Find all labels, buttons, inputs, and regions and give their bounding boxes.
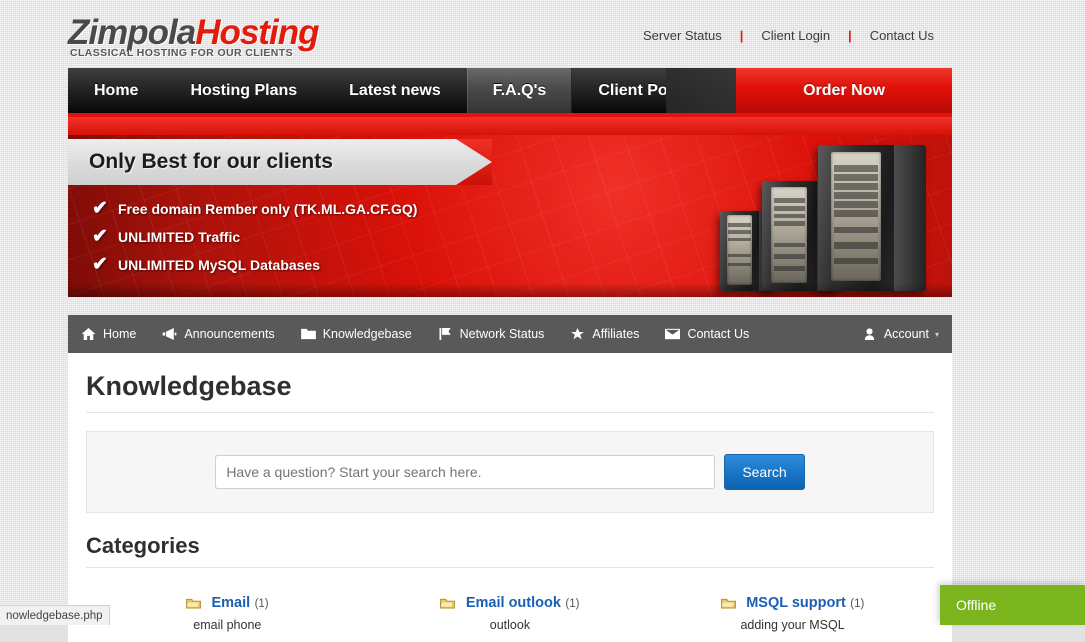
subnav-item-home[interactable]: Home (68, 315, 149, 353)
server-tower-large (818, 145, 926, 291)
subnav-item-contact-us[interactable]: Contact Us (652, 315, 762, 353)
site-tagline: CLASSICAL HOSTING FOR OUR CLIENTS (70, 47, 294, 59)
subnav-item-announcements[interactable]: Announcements (149, 315, 287, 353)
category-grid: Email (1) email phone Email outlook (1) (86, 586, 934, 632)
content-card: Knowledgebase Search Categories Email (68, 353, 952, 642)
site-header: ZimpolaHosting CLASSICAL HOSTING FOR OUR… (68, 0, 952, 68)
banner-feature-item: ✔ Free domain Rember only (TK.ML.GA.CF.G… (92, 199, 417, 218)
category-title-row: Email outlook (1) (369, 594, 652, 612)
account-label: Account (883, 327, 929, 341)
banner-ribbon-notch (456, 139, 492, 185)
folder-icon (720, 597, 736, 609)
categories-heading: Categories (86, 533, 200, 558)
category-item: Email (1) email phone (86, 594, 369, 632)
subnav-item-label: Knowledgebase (322, 327, 412, 341)
top-link-server-status[interactable]: Server Status (625, 28, 740, 43)
user-icon (862, 328, 877, 340)
folder-icon (186, 597, 201, 609)
status-url-text: nowledgebase.php (6, 609, 103, 622)
page-title: Knowledgebase (86, 371, 292, 401)
home-icon (81, 328, 96, 340)
server-illustration (696, 141, 926, 291)
category-count: (1) (254, 598, 269, 610)
subnav-item-knowledgebase[interactable]: Knowledgebase (288, 315, 425, 353)
banner-feature-label: UNLIMITED Traffic (118, 228, 241, 245)
banner-feature-label: Free domain Rember only (TK.ML.GA.CF.GQ) (118, 200, 418, 217)
banner-feature-label: UNLIMITED MySQL Databases (118, 256, 321, 273)
order-now-button[interactable]: Order Now (736, 68, 952, 113)
title-divider (86, 412, 934, 413)
category-description: adding your MSQL (740, 618, 845, 632)
main-nav-list: Home Hosting Plans Latest news F.A.Q's C… (68, 68, 719, 113)
category-link[interactable]: Email outlook (466, 595, 561, 611)
banner-bottom-shadow (68, 283, 952, 297)
browser-status-bar: nowledgebase.php (0, 605, 110, 625)
star-icon (570, 328, 585, 340)
folder-icon (300, 328, 316, 340)
category-count: (1) (565, 598, 580, 610)
top-link-client-login[interactable]: Client Login (743, 28, 848, 43)
search-input[interactable] (215, 455, 716, 489)
check-icon: ✔ (92, 198, 108, 219)
nav-item-hosting-plans[interactable]: Hosting Plans (164, 68, 323, 113)
category-description: email phone (193, 618, 262, 632)
subnav-item-label: Announcements (184, 327, 275, 341)
category-title-row: Email (1) (86, 594, 369, 612)
search-panel: Search (86, 431, 934, 513)
banner-feature-item: ✔ UNLIMITED MySQL Databases (92, 255, 417, 274)
top-links: Server Status | Client Login | Contact Us (625, 28, 952, 43)
chat-status-label: Offline (956, 597, 997, 613)
folder-icon (440, 597, 456, 609)
site-container: ZimpolaHosting CLASSICAL HOSTING FOR OUR… (68, 0, 952, 642)
search-button[interactable]: Search (724, 454, 805, 490)
banner-feature-item: ✔ UNLIMITED Traffic (92, 227, 417, 246)
nav-item-home[interactable]: Home (68, 68, 164, 113)
main-navigation: Home Hosting Plans Latest news F.A.Q's C… (68, 68, 952, 117)
top-link-contact-us[interactable]: Contact Us (852, 28, 952, 43)
subnav-item-label: Affiliates (592, 327, 640, 341)
envelope-icon (665, 328, 681, 340)
check-icon: ✔ (92, 226, 108, 247)
live-chat-widget[interactable]: Offline (940, 585, 1085, 625)
nav-item-label: Hosting Plans (190, 81, 298, 99)
nav-item-faqs[interactable]: F.A.Q's (466, 68, 573, 113)
category-link[interactable]: MSQL support (746, 595, 846, 611)
banner-top-strip (68, 117, 952, 135)
category-link[interactable]: Email (211, 595, 250, 611)
subnav-item-label: Network Status (459, 327, 545, 341)
flag-icon (438, 328, 453, 340)
subnav-item-account[interactable]: Account ▾ (849, 315, 952, 353)
order-now-label: Order Now (803, 81, 885, 99)
nav-item-label: Home (94, 81, 139, 99)
category-item: Email outlook (1) outlook (369, 594, 652, 632)
category-title-row: MSQL support (1) (651, 594, 934, 612)
category-description: outlook (489, 618, 531, 632)
subnav-item-label: Home (103, 327, 137, 341)
banner-feature-list: ✔ Free domain Rember only (TK.ML.GA.CF.G… (92, 199, 417, 283)
banner-ribbon: Only Best for our clients (68, 139, 492, 185)
check-icon: ✔ (92, 254, 108, 275)
nav-item-label: F.A.Q's (492, 81, 547, 99)
megaphone-icon (162, 328, 177, 340)
categories-divider (86, 567, 934, 568)
subnav-item-network-status[interactable]: Network Status (425, 315, 558, 353)
subnav-item-affiliates[interactable]: Affiliates (557, 315, 652, 353)
category-item: MSQL support (1) adding your MSQL (651, 594, 934, 632)
subnav-item-label: Contact Us (687, 327, 750, 341)
nav-item-label: Latest news (349, 81, 441, 99)
content-inner: Knowledgebase Search Categories Email (68, 353, 952, 632)
page-root: ZimpolaHosting CLASSICAL HOSTING FOR OUR… (0, 0, 1085, 642)
nav-item-latest-news[interactable]: Latest news (323, 68, 467, 113)
banner-ribbon-title: Only Best for our clients (89, 150, 333, 173)
chevron-down-icon: ▾ (934, 329, 939, 339)
promo-banner: Only Best for our clients ✔ Free domain … (68, 117, 952, 297)
category-count: (1) (850, 598, 865, 610)
client-area-navigation: Home Announcements Knowledgebase Network… (68, 315, 952, 353)
